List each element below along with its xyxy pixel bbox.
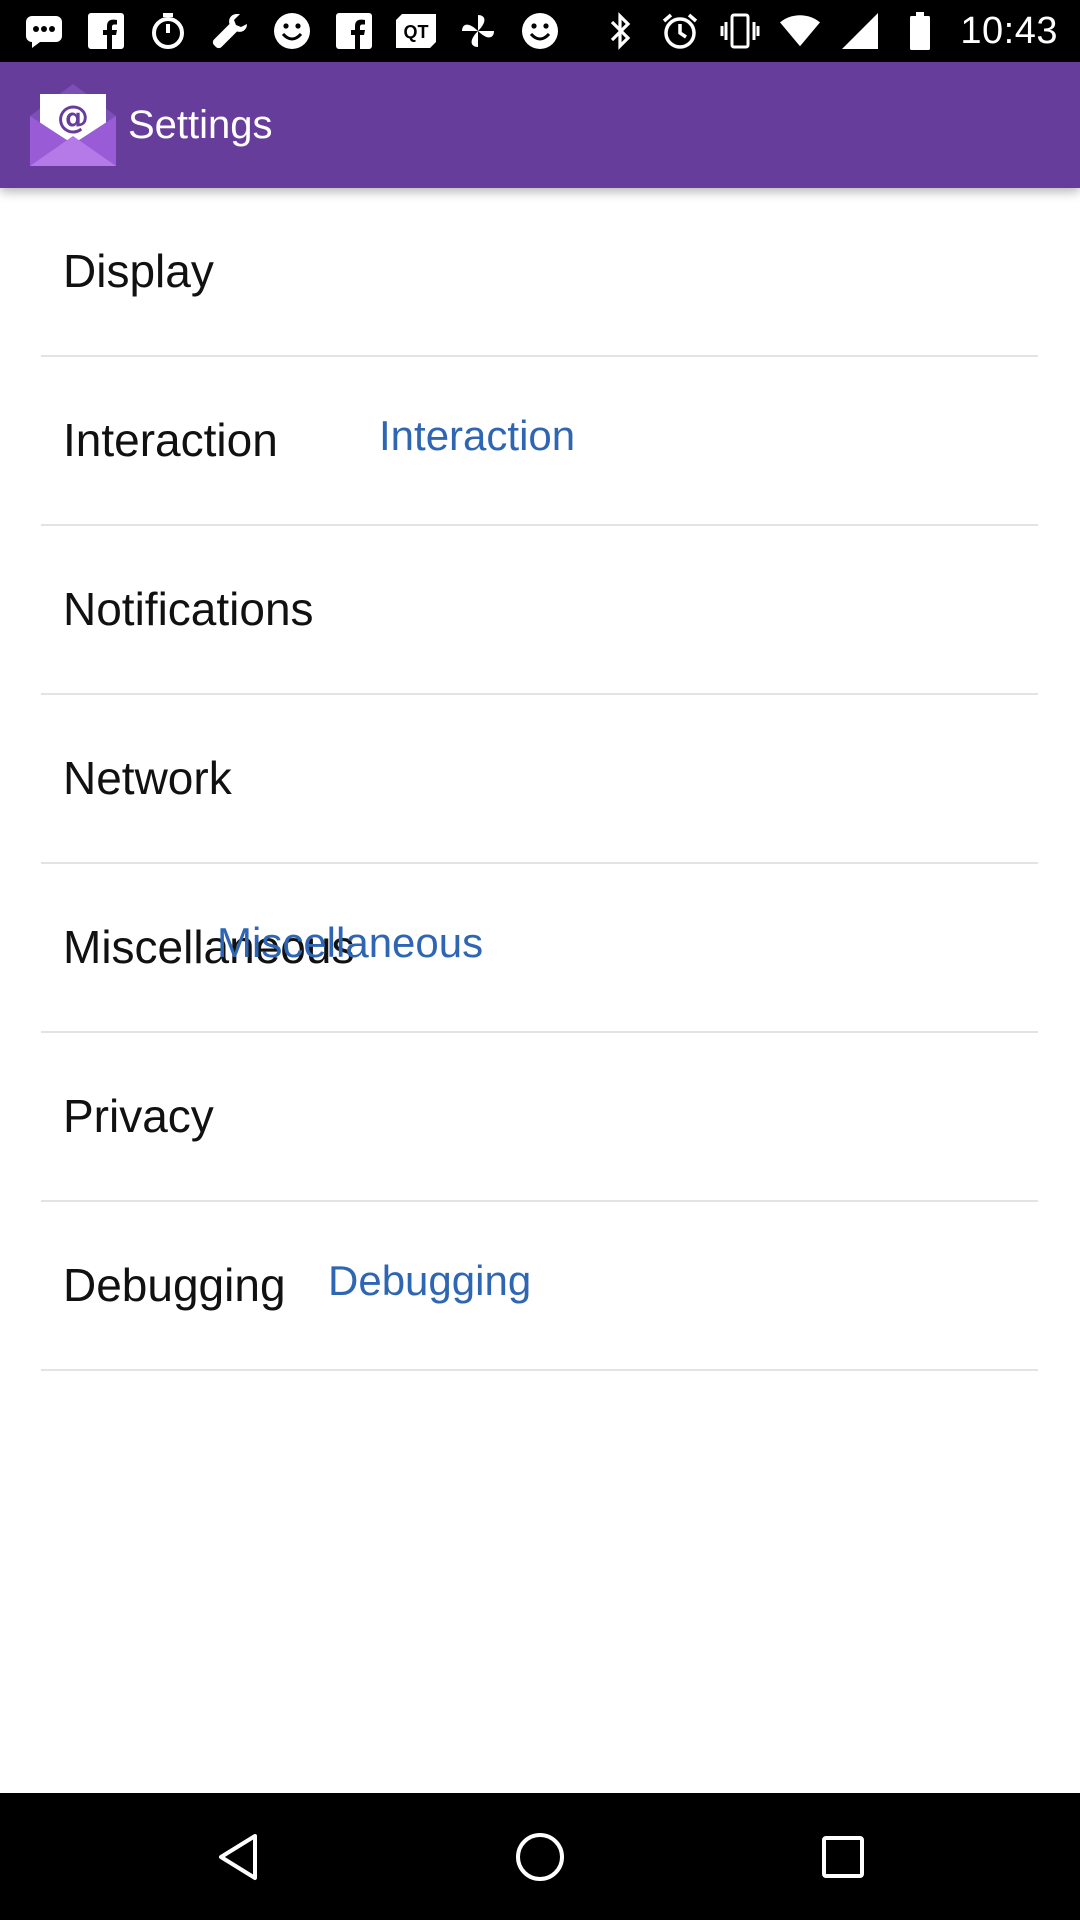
settings-item-label: Privacy: [63, 1090, 214, 1142]
settings-item-overlay-text: Debugging: [328, 1257, 532, 1304]
notification-icons: QT: [24, 0, 560, 62]
email-envelope-icon[interactable]: @: [28, 82, 118, 168]
vibrate-icon: [720, 11, 760, 51]
facebook-icon: [334, 11, 374, 51]
settings-item-debugging[interactable]: Debugging Debugging: [0, 1202, 1080, 1371]
message-icon: [24, 11, 64, 51]
svg-text:QT: QT: [404, 22, 429, 42]
settings-item-interaction[interactable]: Interaction Interaction: [0, 357, 1080, 526]
settings-item-label: Debugging: [63, 1259, 286, 1311]
svg-text:@: @: [57, 98, 89, 136]
recents-icon[interactable]: [783, 1793, 903, 1920]
system-icons: 10:43: [600, 0, 1058, 62]
status-bar: QT 10:43: [0, 0, 1080, 62]
qt-icon: QT: [396, 11, 436, 51]
page-title: Settings: [128, 103, 273, 147]
settings-item-overlay-text: Miscellaneous: [217, 919, 484, 966]
settings-item-notifications[interactable]: Notifications: [0, 526, 1080, 695]
battery-icon: [900, 11, 940, 51]
signal-icon: [840, 11, 880, 51]
settings-item-label: Display: [63, 245, 214, 297]
pinwheel-icon: [458, 11, 498, 51]
settings-item-display[interactable]: Display: [0, 188, 1080, 357]
settings-item-overlay-text: Interaction: [379, 412, 576, 459]
settings-item-network[interactable]: Network: [0, 695, 1080, 864]
settings-item-label: Notifications: [63, 583, 314, 635]
settings-item-label: Network: [63, 752, 232, 804]
alarm-icon: [660, 11, 700, 51]
settings-item-label: Interaction: [63, 414, 278, 466]
wifi-icon: [780, 11, 821, 51]
clock-time: 10:43: [960, 9, 1058, 52]
smiley-icon: [520, 11, 560, 51]
back-icon[interactable]: [178, 1793, 298, 1920]
timer-icon: [148, 11, 188, 51]
smiley-icon: [272, 11, 312, 51]
settings-item-miscellaneous[interactable]: Miscellaneous Miscellaneous: [0, 864, 1080, 1033]
divider: [41, 1369, 1038, 1371]
settings-item-privacy[interactable]: Privacy: [0, 1033, 1080, 1202]
settings-list: Display Interaction Interaction Notifica…: [0, 188, 1080, 1371]
wrench-icon: [210, 11, 250, 51]
app-bar: @ Settings: [0, 62, 1080, 188]
facebook-icon: [86, 11, 126, 51]
navigation-bar: [0, 1793, 1080, 1920]
home-icon[interactable]: [480, 1793, 600, 1920]
bluetooth-icon: [600, 11, 640, 51]
